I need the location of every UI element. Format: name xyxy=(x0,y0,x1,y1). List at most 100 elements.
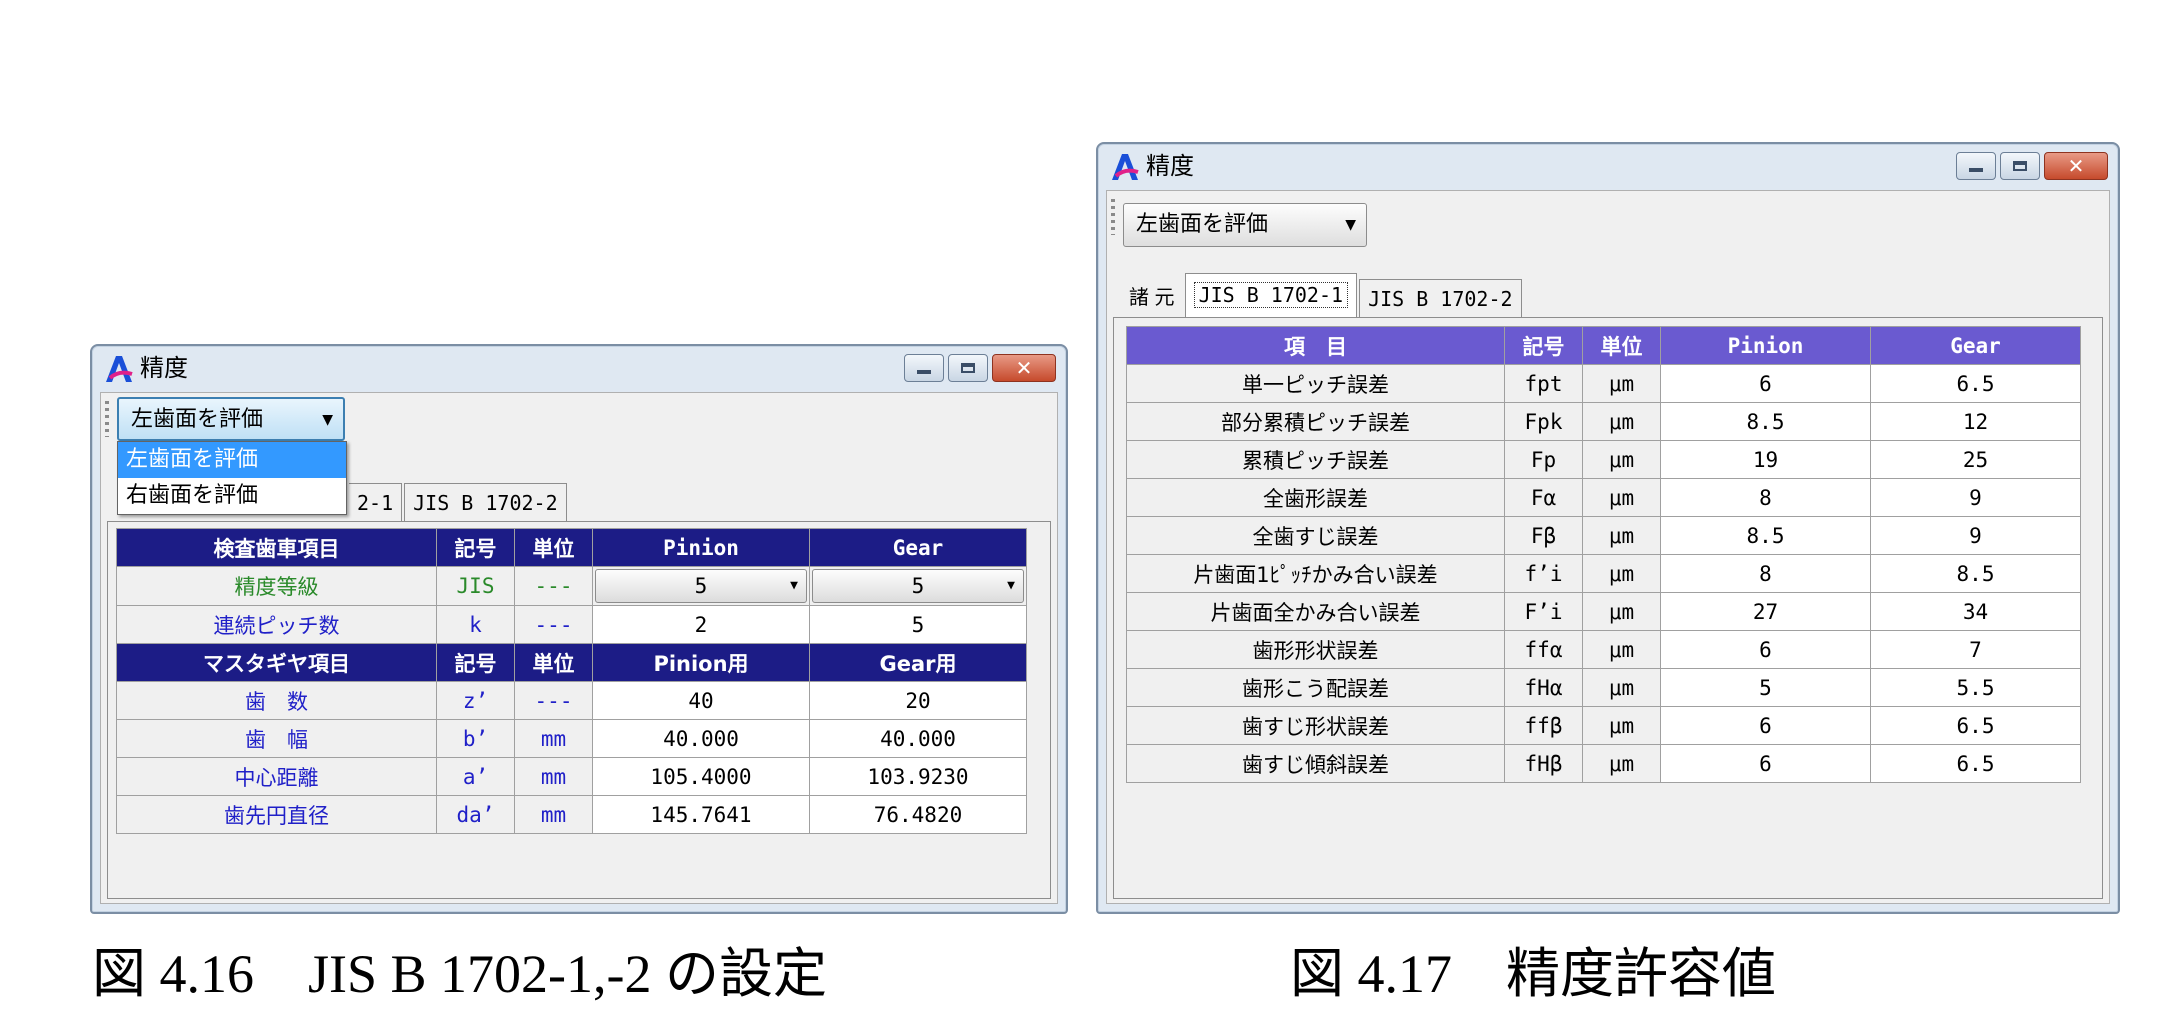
row-unit: μm xyxy=(1582,744,1661,783)
column-header: 記号 xyxy=(1504,326,1583,365)
row-symbol: z’ xyxy=(436,681,515,720)
left-titlebar[interactable]: 精度 ✕ xyxy=(92,346,1066,390)
row-label: 累積ピッチ誤差 xyxy=(1126,440,1505,479)
right-client-area: 左歯面を評価 ▼ 諸 元 JIS B 1702-1 JIS B 1702-2 項… xyxy=(1106,190,2110,904)
close-button[interactable]: ✕ xyxy=(2044,152,2108,180)
minimize-icon xyxy=(1969,168,1983,172)
table-row: 片歯面全かみ合い誤差 F’i μm 27 34 xyxy=(1126,592,2081,631)
dropdown-option-left-flank[interactable]: 左歯面を評価 xyxy=(118,442,346,478)
row-label: 歯形形状誤差 xyxy=(1126,630,1505,669)
close-button[interactable]: ✕ xyxy=(992,354,1056,382)
right-titlebar[interactable]: 精度 ✕ xyxy=(1098,144,2118,188)
column-header: Pinion xyxy=(592,528,810,567)
side-select[interactable]: 左歯面を評価 ▼ xyxy=(117,397,345,441)
side-select[interactable]: 左歯面を評価 ▼ xyxy=(1123,203,1367,247)
maximize-button[interactable] xyxy=(2000,152,2040,180)
column-header: マスタギヤ項目 xyxy=(116,643,437,682)
table-row: 歯形形状誤差 ffα μm 6 7 xyxy=(1126,630,2081,669)
gear-cell[interactable]: 5.5 xyxy=(1870,668,2081,707)
table-row: 全歯形誤差 Fα μm 8 9 xyxy=(1126,478,2081,517)
gear-cell[interactable]: 5 xyxy=(809,605,1027,644)
column-header: Pinion用 xyxy=(592,643,810,682)
pinion-cell[interactable]: 5 xyxy=(1660,668,1871,707)
gear-cell[interactable]: 40.000 xyxy=(809,719,1027,758)
pinion-cell[interactable]: 27 xyxy=(1660,592,1871,631)
gear-cell[interactable]: 9 xyxy=(1870,478,2081,517)
row-unit: --- xyxy=(514,681,593,720)
left-client-area: 左歯面を評価 ▼ 2-1 JIS B 1702-2 検査歯車項目 記号 単位 P… xyxy=(100,392,1058,904)
row-symbol: ffβ xyxy=(1504,706,1583,745)
pinion-cell[interactable]: 8.5 xyxy=(1660,402,1871,441)
pinion-cell[interactable]: 6 xyxy=(1660,744,1871,783)
pinion-cell[interactable]: 105.4000 xyxy=(592,757,810,796)
pinion-cell[interactable]: 8 xyxy=(1660,554,1871,593)
table-row: 全歯すじ誤差 Fβ μm 8.5 9 xyxy=(1126,516,2081,555)
row-symbol: b’ xyxy=(436,719,515,758)
pinion-cell[interactable]: 19 xyxy=(1660,440,1871,479)
gear-cell[interactable]: 12 xyxy=(1870,402,2081,441)
window-title: 精度 xyxy=(140,354,188,382)
pinion-cell[interactable]: 145.7641 xyxy=(592,795,810,834)
row-unit: μm xyxy=(1582,668,1661,707)
pinion-cell[interactable]: 6 xyxy=(1660,706,1871,745)
gear-cell[interactable]: 7 xyxy=(1870,630,2081,669)
gear-cell[interactable]: 25 xyxy=(1870,440,2081,479)
pinion-cell[interactable]: 8 xyxy=(1660,478,1871,517)
column-header: Pinion xyxy=(1660,326,1871,365)
pinion-grade-select[interactable]: 5 ▼ xyxy=(592,566,810,606)
minimize-icon xyxy=(917,370,931,374)
row-unit: μm xyxy=(1582,630,1661,669)
gear-cell[interactable]: 6.5 xyxy=(1870,706,2081,745)
row-label: 歯 幅 xyxy=(116,719,437,758)
pinion-cell[interactable]: 2 xyxy=(592,605,810,644)
row-label: 中心距離 xyxy=(116,757,437,796)
row-symbol: da’ xyxy=(436,795,515,834)
gear-grade-select[interactable]: 5 ▼ xyxy=(809,566,1027,606)
row-symbol: F’i xyxy=(1504,592,1583,631)
minimize-button[interactable] xyxy=(1956,152,1996,180)
gear-cell[interactable]: 103.9230 xyxy=(809,757,1027,796)
table-row: 片歯面1ﾋﾟｯﾁかみ合い誤差 f’i μm 8 8.5 xyxy=(1126,554,2081,593)
row-symbol: fHα xyxy=(1504,668,1583,707)
minimize-button[interactable] xyxy=(904,354,944,382)
gear-cell[interactable]: 34 xyxy=(1870,592,2081,631)
pinion-cell[interactable]: 6 xyxy=(1660,630,1871,669)
gear-cell[interactable]: 8.5 xyxy=(1870,554,2081,593)
row-label: 歯先円直径 xyxy=(116,795,437,834)
pinion-cell[interactable]: 40.000 xyxy=(592,719,810,758)
column-header: 記号 xyxy=(436,528,515,567)
row-label: 単一ピッチ誤差 xyxy=(1126,364,1505,403)
row-label: 歯 数 xyxy=(116,681,437,720)
tolerance-body: 単一ピッチ誤差 fpt μm 6 6.5 部分累積ピッチ誤差 Fpk μm 8.5 12 累積ピッチ… xyxy=(1126,364,2081,783)
toolstrip-grip[interactable] xyxy=(105,401,109,437)
tab-jis-1702-1[interactable]: JIS B 1702-1 xyxy=(1184,273,1358,317)
dropdown-option-right-flank[interactable]: 右歯面を評価 xyxy=(118,478,346,514)
left-grid: 検査歯車項目 記号 単位 Pinion Gear 精度等級 JIS --- 5 ▼… xyxy=(116,528,1027,834)
pinion-cell[interactable]: 40 xyxy=(592,681,810,720)
tab-jis-1702-1[interactable]: 2-1 xyxy=(349,483,403,521)
table-row: 歯 数 z’ --- 40 20 xyxy=(116,681,1027,720)
table-row: 単一ピッチ誤差 fpt μm 6 6.5 xyxy=(1126,364,2081,403)
table-row: 歯先円直径 da’ mm 145.7641 76.4820 xyxy=(116,795,1027,834)
row-unit: --- xyxy=(514,566,593,606)
gear-cell[interactable]: 6.5 xyxy=(1870,364,2081,403)
row-symbol: Fpk xyxy=(1504,402,1583,441)
gear-cell[interactable]: 76.4820 xyxy=(809,795,1027,834)
row-unit: mm xyxy=(514,719,593,758)
pinion-cell[interactable]: 6 xyxy=(1660,364,1871,403)
tab-specifications[interactable]: 諸 元 xyxy=(1121,279,1183,317)
gear-cell[interactable]: 9 xyxy=(1870,516,2081,555)
tab-jis-1702-2[interactable]: JIS B 1702-2 xyxy=(404,483,567,521)
row-label: 片歯面1ﾋﾟｯﾁかみ合い誤差 xyxy=(1126,554,1505,593)
gear-cell[interactable]: 6.5 xyxy=(1870,744,2081,783)
master-header-row: マスタギヤ項目 記号 単位 Pinion用 Gear用 xyxy=(116,643,1027,682)
maximize-button[interactable] xyxy=(948,354,988,382)
pinion-cell[interactable]: 8.5 xyxy=(1660,516,1871,555)
table-row: 精度等級 JIS --- 5 ▼ 5 ▼ xyxy=(116,566,1027,606)
gear-cell[interactable]: 20 xyxy=(809,681,1027,720)
toolstrip-grip[interactable] xyxy=(1111,199,1115,235)
inspect-header-row: 検査歯車項目 記号 単位 Pinion Gear xyxy=(116,528,1027,567)
row-symbol: Fβ xyxy=(1504,516,1583,555)
row-label: 歯すじ傾斜誤差 xyxy=(1126,744,1505,783)
tab-jis-1702-2[interactable]: JIS B 1702-2 xyxy=(1359,279,1522,317)
